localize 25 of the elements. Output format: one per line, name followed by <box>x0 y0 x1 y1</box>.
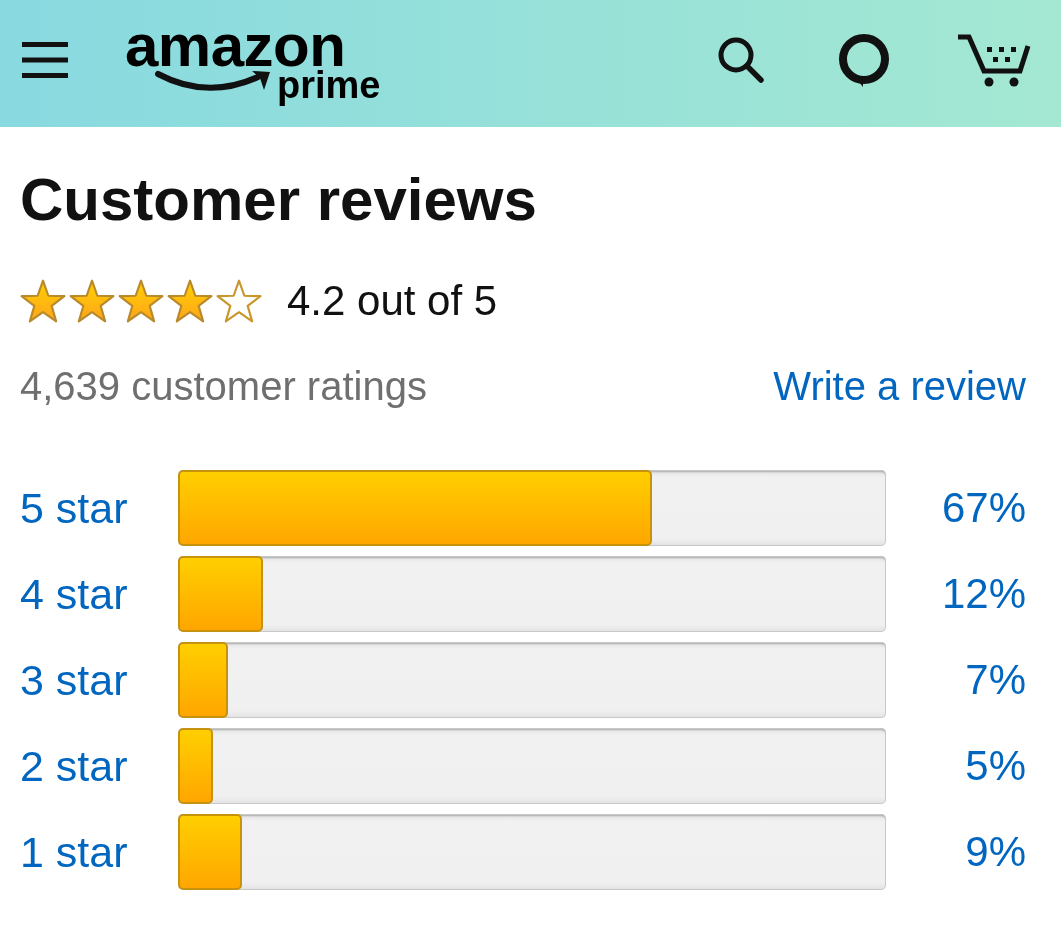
ratings-count-text: 4,639 customer ratings <box>20 363 427 410</box>
percent-link[interactable]: 12% <box>941 569 1026 619</box>
star-level-link[interactable]: 4 star <box>20 569 128 619</box>
percent-link[interactable]: 7% <box>965 655 1026 705</box>
smile-arrow-icon <box>155 70 271 94</box>
search-icon[interactable] <box>717 36 765 84</box>
star-icon <box>69 279 115 323</box>
section-title: Customer reviews <box>20 165 538 234</box>
star-level-link[interactable]: 1 star <box>20 827 128 877</box>
percent-link[interactable]: 67% <box>941 483 1026 533</box>
cart-icon[interactable] <box>958 33 1031 87</box>
percent-link[interactable]: 5% <box>965 741 1026 791</box>
percent-link[interactable]: 9% <box>965 827 1026 877</box>
star-icon <box>20 279 66 323</box>
logo-link[interactable]: amazon prime <box>125 16 381 104</box>
write-review-link[interactable]: Write a review <box>773 362 1026 410</box>
menu-icon[interactable] <box>22 42 68 78</box>
ring-icon[interactable] <box>838 33 890 87</box>
star-level-link[interactable]: 5 star <box>20 483 128 533</box>
star-level-link[interactable]: 3 star <box>20 655 128 705</box>
star-icon <box>167 279 213 323</box>
star-level-link[interactable]: 2 star <box>20 741 128 791</box>
star-icon <box>118 279 164 323</box>
star-icon <box>216 279 262 323</box>
average-rating-text: 4.2 out of 5 <box>287 278 498 324</box>
